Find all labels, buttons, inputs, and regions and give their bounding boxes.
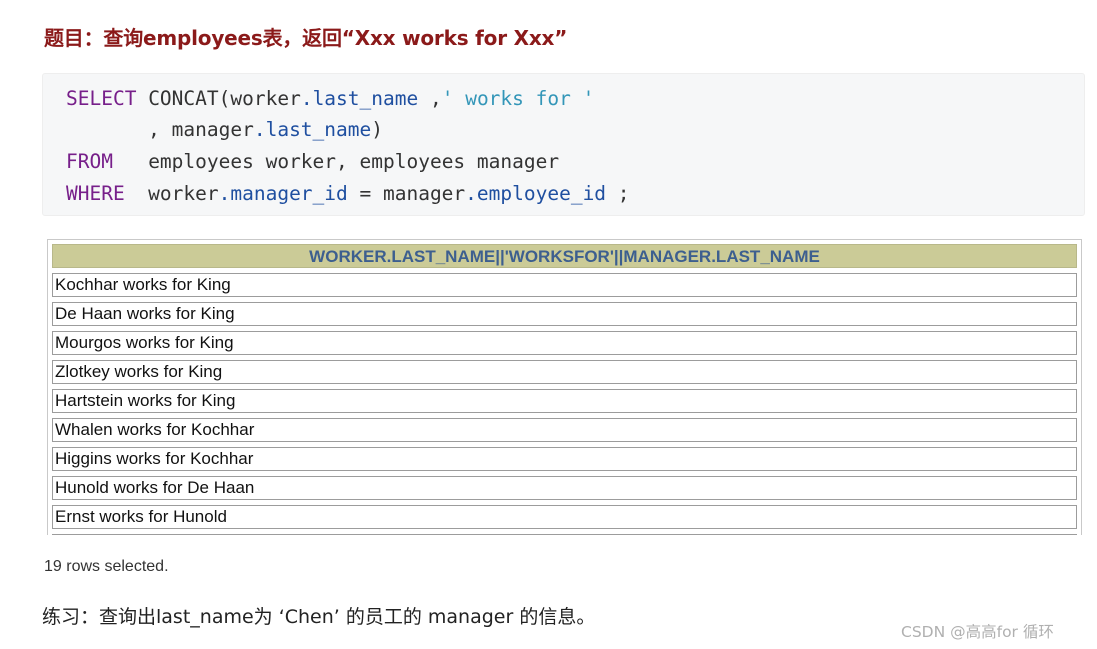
table-row-partial [52, 534, 1077, 535]
query-result-screenshot: WORKER.LAST_NAME||'WORKSFOR'||MANAGER.LA… [47, 239, 1082, 535]
code-string: ' works for ' [441, 87, 595, 110]
code-property: .last_name [253, 118, 372, 141]
code-text: ) [371, 118, 383, 141]
code-text: worker [124, 182, 219, 205]
result-column-header: WORKER.LAST_NAME||'WORKSFOR'||MANAGER.LA… [52, 244, 1077, 268]
table-row: Hartstein works for King [52, 389, 1077, 413]
code-text: , manager [66, 118, 254, 141]
table-row: Kochhar works for King [52, 273, 1077, 297]
code-text: CONCAT(worker [136, 87, 301, 110]
code-line-from: FROM employees worker, employees manager [66, 150, 559, 174]
question-heading: 题目：查询employees表，返回“Xxx works for Xxx” [44, 26, 568, 50]
table-row: Ernst works for Hunold [52, 505, 1077, 529]
table-row: Mourgos works for King [52, 331, 1077, 355]
table-row: De Haan works for King [52, 302, 1077, 326]
table-row: Zlotkey works for King [52, 360, 1077, 384]
code-line-continuation: , manager.last_name) [66, 118, 383, 142]
code-text: = manager [347, 182, 466, 205]
table-row: Hunold works for De Haan [52, 476, 1077, 500]
code-property: .employee_id [465, 182, 607, 205]
code-line-where: WHERE worker.manager_id = manager.employ… [66, 182, 630, 206]
code-property: .manager_id [218, 182, 348, 205]
code-line-select: SELECT CONCAT(worker.last_name ,' works … [66, 87, 594, 111]
practice-question: 练习：查询出last_name为 ‘Chen’ 的员工的 manager 的信息… [42, 606, 596, 628]
code-text: ; [606, 182, 630, 205]
keyword-where: WHERE [66, 182, 125, 205]
table-row: Whalen works for Kochhar [52, 418, 1077, 442]
csdn-watermark: CSDN @高高for 循环 [901, 623, 1054, 641]
code-text: , [418, 87, 442, 110]
table-row: Higgins works for Kochhar [52, 447, 1077, 471]
keyword-select: SELECT [66, 87, 137, 110]
rows-selected-text: 19 rows selected. [44, 558, 169, 575]
result-table: WORKER.LAST_NAME||'WORKSFOR'||MANAGER.LA… [52, 244, 1077, 535]
code-text: employees worker, employees manager [112, 150, 560, 173]
code-property: .last_name [300, 87, 419, 110]
keyword-from: FROM [66, 150, 113, 173]
sql-code-block: SELECT CONCAT(worker.last_name ,' works … [42, 73, 1085, 216]
